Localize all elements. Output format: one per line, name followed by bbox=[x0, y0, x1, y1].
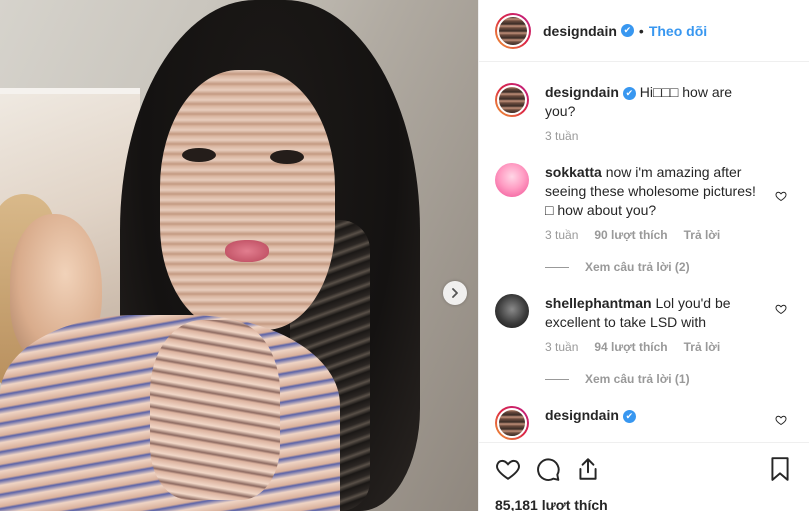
like-comment-heart-icon[interactable] bbox=[775, 414, 787, 426]
commenter-avatar[interactable] bbox=[495, 294, 529, 328]
view-replies-link[interactable]: Xem câu trả lời (2) bbox=[545, 260, 793, 274]
comment-list: designdain ✔ Hi□□□ how are you? 3 tuần so… bbox=[479, 63, 809, 441]
view-replies-label: Xem câu trả lời (2) bbox=[585, 260, 690, 274]
photo-left-eye bbox=[182, 148, 216, 162]
commenter-username[interactable]: shellephantman bbox=[545, 295, 652, 311]
replies-divider bbox=[545, 266, 569, 268]
commenter-username[interactable]: sokkatta bbox=[545, 164, 602, 180]
comment-bubble-icon[interactable] bbox=[535, 456, 561, 482]
commenter-avatar[interactable] bbox=[495, 83, 529, 117]
comment-time[interactable]: 3 tuần bbox=[545, 340, 578, 354]
photo-poster bbox=[0, 88, 140, 394]
action-icons bbox=[495, 455, 793, 483]
caption-comment: designdain ✔ Hi□□□ how are you? 3 tuần bbox=[495, 63, 793, 143]
view-replies-link[interactable]: Xem câu trả lời (1) bbox=[545, 372, 793, 386]
post-like-count[interactable]: 85,181 lượt thích bbox=[495, 497, 793, 511]
photo-right-eye bbox=[270, 150, 304, 164]
verified-badge-icon: ✔ bbox=[620, 24, 634, 37]
commenter-avatar[interactable] bbox=[495, 163, 529, 197]
photo-face bbox=[160, 70, 335, 330]
comment-body: designdain ✔ bbox=[545, 406, 759, 425]
like-comment-heart-icon[interactable] bbox=[775, 303, 787, 315]
instagram-post-view: designdain ✔ • Theo dõi designdain ✔ Hi□□… bbox=[0, 0, 809, 511]
post-photo[interactable] bbox=[0, 0, 478, 511]
photo-hand bbox=[150, 320, 280, 500]
comment-meta: 3 tuần 94 lượt thích Trả lời bbox=[545, 340, 759, 354]
follow-button[interactable]: Theo dõi bbox=[649, 23, 707, 39]
verified-badge-icon: ✔ bbox=[622, 409, 636, 423]
comment-item: sokkatta now i'm amazing after seeing th… bbox=[495, 143, 793, 242]
share-icon[interactable] bbox=[575, 456, 601, 482]
verified-badge-icon: ✔ bbox=[622, 86, 636, 100]
commenter-username[interactable]: designdain bbox=[545, 84, 619, 100]
separator-dot: • bbox=[638, 22, 644, 39]
post-actions: 85,181 lượt thích bbox=[479, 442, 809, 511]
comment-likes[interactable]: 94 lượt thích bbox=[594, 340, 667, 354]
comment-meta: 3 tuần 90 lượt thích Trả lời bbox=[545, 228, 759, 242]
commenter-username[interactable]: designdain bbox=[545, 407, 619, 423]
comment-time[interactable]: 3 tuần bbox=[545, 228, 578, 242]
author-username[interactable]: designdain bbox=[543, 23, 617, 39]
comment-item: shellephantman Lol you'd be excellent to… bbox=[495, 274, 793, 354]
comment-body: sokkatta now i'm amazing after seeing th… bbox=[545, 163, 759, 220]
author-avatar[interactable] bbox=[495, 12, 531, 49]
photo-lips bbox=[225, 240, 269, 262]
comment-item: designdain ✔ bbox=[495, 386, 793, 440]
next-photo-button[interactable] bbox=[443, 281, 467, 305]
like-heart-icon[interactable] bbox=[495, 456, 521, 482]
post-header: designdain ✔ • Theo dõi bbox=[479, 0, 809, 62]
comment-body: designdain ✔ Hi□□□ how are you? bbox=[545, 83, 759, 121]
reply-button[interactable]: Trả lời bbox=[684, 228, 721, 242]
replies-divider bbox=[545, 378, 569, 380]
comment-time[interactable]: 3 tuần bbox=[545, 129, 578, 143]
post-side-panel: designdain ✔ • Theo dõi designdain ✔ Hi□□… bbox=[478, 0, 809, 511]
reply-button[interactable]: Trả lời bbox=[684, 340, 721, 354]
comment-meta: 3 tuần bbox=[545, 129, 759, 143]
comment-body: shellephantman Lol you'd be excellent to… bbox=[545, 294, 759, 332]
comment-likes[interactable]: 90 lượt thích bbox=[594, 228, 667, 242]
like-comment-heart-icon[interactable] bbox=[775, 190, 787, 202]
chevron-right-icon bbox=[452, 288, 458, 298]
commenter-avatar[interactable] bbox=[495, 406, 529, 440]
view-replies-label: Xem câu trả lời (1) bbox=[585, 372, 690, 386]
bookmark-icon[interactable] bbox=[767, 456, 793, 482]
